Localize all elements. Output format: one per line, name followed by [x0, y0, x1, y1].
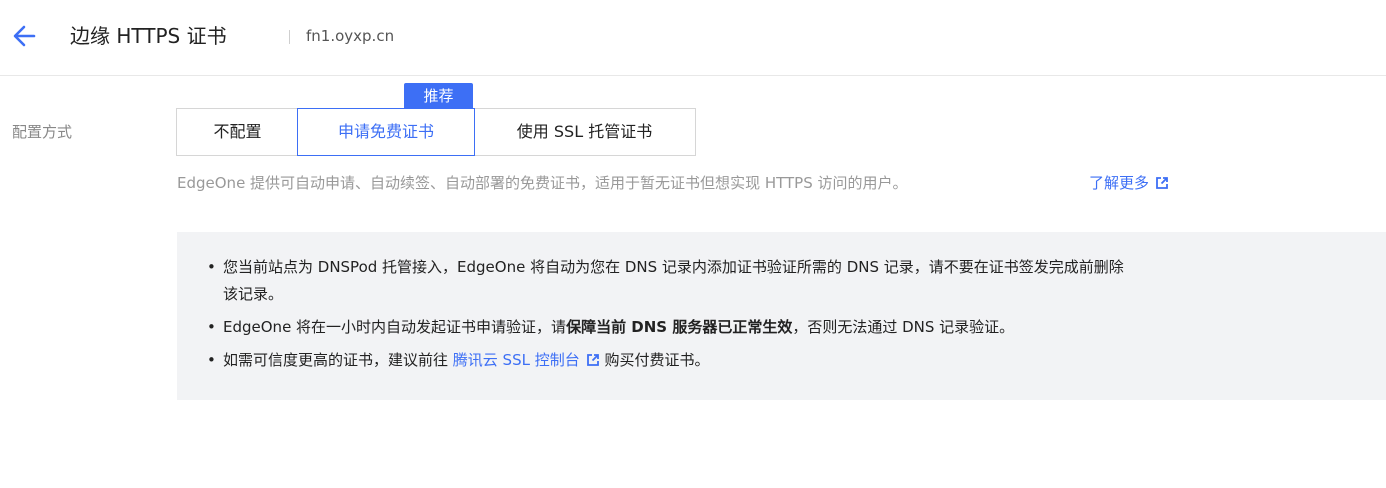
page-title: 边缘 HTTPS 证书 [70, 24, 227, 48]
ssl-console-link[interactable]: 腾讯云 SSL 控制台 [453, 351, 600, 369]
page-header: 边缘 HTTPS 证书 fn1.oyxp.cn [0, 0, 1386, 76]
notice-text: 该记录。 [223, 285, 284, 303]
option-no-config[interactable]: 不配置 [176, 108, 298, 156]
learn-more-link[interactable]: 了解更多 [1089, 172, 1169, 194]
notice-item-verification: • EdgeOne 将在一小时内自动发起证书申请验证，请保障当前 DNS 服务器… [205, 314, 1358, 341]
notice-text: 购买付费证书。 [599, 351, 710, 369]
external-link-icon [586, 354, 599, 366]
notice-text: 您当前站点为 DNSPod 托管接入，EdgeOne 将自动为您在 DNS 记录… [223, 258, 1124, 276]
notice-list: • 您当前站点为 DNSPod 托管接入，EdgeOne 将自动为您在 DNS … [205, 254, 1358, 380]
external-link-icon [1156, 177, 1168, 189]
bullet: • [207, 318, 216, 336]
arrow-left-icon[interactable] [10, 22, 40, 50]
header-divider [289, 30, 290, 44]
option-free-certificate[interactable]: 申请免费证书 [297, 108, 475, 156]
recommended-badge: 推荐 [404, 83, 473, 109]
bullet: • [207, 351, 216, 369]
notice-box: • 您当前站点为 DNSPod 托管接入，EdgeOne 将自动为您在 DNS … [177, 232, 1386, 400]
option-ssl-managed-certificate[interactable]: 使用 SSL 托管证书 [474, 108, 696, 156]
notice-text: 如需可信度更高的证书，建议前往 [223, 351, 453, 369]
notice-item-dns-record: • 您当前站点为 DNSPod 托管接入，EdgeOne 将自动为您在 DNS … [205, 254, 1358, 308]
notice-item-paid-certificate: • 如需可信度更高的证书，建议前往 腾讯云 SSL 控制台 购买付费证书。 [205, 347, 1358, 374]
notice-text: ，否则无法通过 DNS 记录验证。 [792, 318, 1015, 336]
notice-emphasis: 保障当前 DNS 服务器已正常生效 [566, 318, 793, 336]
notice-text: EdgeOne 将在一小时内自动发起证书申请验证，请 [223, 318, 567, 336]
learn-more-label: 了解更多 [1089, 174, 1150, 192]
site-domain: fn1.oyxp.cn [306, 27, 395, 45]
ssl-console-link-label: 腾讯云 SSL 控制台 [452, 351, 580, 369]
bullet: • [207, 258, 216, 276]
config-description: EdgeOne 提供可自动申请、自动续签、自动部署的免费证书，适用于暂无证书但想… [177, 174, 908, 192]
config-method-label: 配置方式 [12, 123, 73, 141]
